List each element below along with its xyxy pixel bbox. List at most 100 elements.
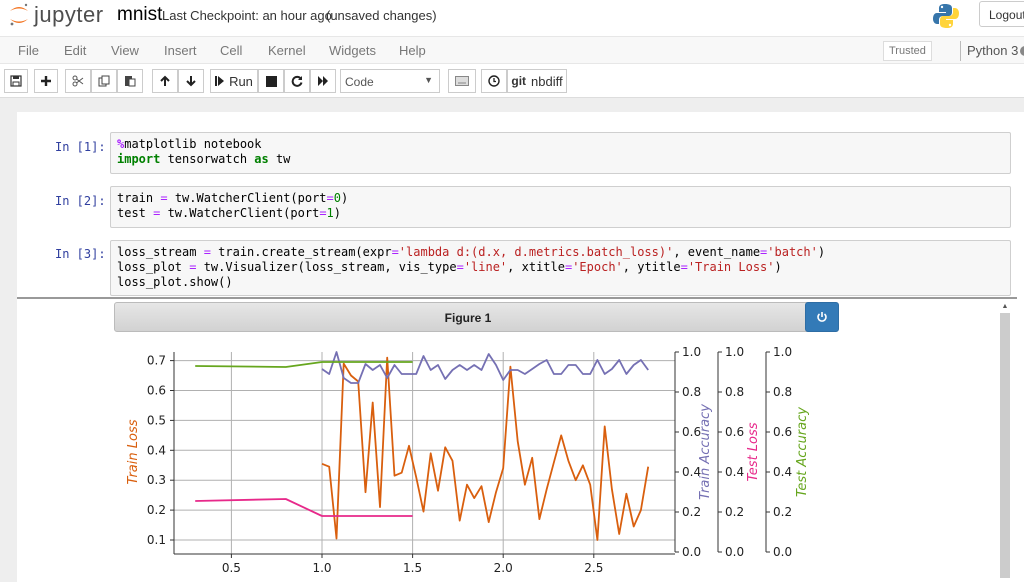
y-tick-label: 0.2 <box>147 503 166 517</box>
x-tick-label: 2.0 <box>494 561 513 575</box>
save-icon <box>10 75 22 87</box>
plus-icon <box>41 76 51 86</box>
toolbar: Run Code ▼ git nbdiff <box>0 64 1024 98</box>
copy-button[interactable] <box>91 69 117 93</box>
jupyter-logo[interactable]: jupyter <box>8 2 104 28</box>
y-tick-label: 0.3 <box>147 473 166 487</box>
nbdiff-button[interactable]: git nbdiff <box>507 69 567 93</box>
run-button[interactable]: Run <box>210 69 258 93</box>
trusted-indicator[interactable]: Trusted <box>883 41 932 61</box>
right-tick-label: 1.0 <box>725 345 744 359</box>
cell-prompt: In [3]: <box>55 247 106 261</box>
jupyter-logo-icon <box>10 3 28 26</box>
chevron-down-icon: ▼ <box>424 75 433 85</box>
save-button[interactable] <box>4 69 28 93</box>
logout-button[interactable]: Logout <box>979 1 1024 27</box>
cut-button[interactable] <box>65 69 91 93</box>
cell-input[interactable]: train = tw.WatcherClient(port=0) test = … <box>110 186 1011 228</box>
restart-run-all-button[interactable] <box>310 69 336 93</box>
nbdiff-label: nbdiff <box>531 73 563 89</box>
header: jupyter mnist Last Checkpoint: an hour a… <box>0 0 1024 36</box>
scroll-up-arrow[interactable]: ▲ <box>1000 303 1010 313</box>
arrow-up-icon <box>160 75 170 86</box>
paste-icon <box>125 76 136 87</box>
y-axis-label-train-loss: Train Loss <box>126 419 141 484</box>
scissors-icon <box>72 75 84 87</box>
right-tick-label: 0.4 <box>773 465 792 479</box>
run-label: Run <box>229 73 253 89</box>
y-tick-label: 0.4 <box>147 443 166 457</box>
jupyter-brand: jupyter <box>34 2 104 27</box>
right-tick-label: 1.0 <box>773 345 792 359</box>
fast-forward-icon <box>318 76 328 86</box>
step-forward-icon <box>215 76 225 86</box>
series-line-train-accuracy <box>321 351 649 384</box>
menu-help[interactable]: Help <box>399 43 426 58</box>
menu-view[interactable]: View <box>111 43 139 58</box>
x-tick-label: 1.0 <box>312 561 331 575</box>
cell-prompt: In [2]: <box>55 194 106 208</box>
menu-file[interactable]: File <box>18 43 39 58</box>
keyboard-button[interactable] <box>448 69 476 93</box>
right-tick-label: 0.2 <box>773 505 792 519</box>
menu-kernel[interactable]: Kernel <box>268 43 306 58</box>
cell-input[interactable]: loss_stream = train.create_stream(expr='… <box>110 240 1011 296</box>
stop-icon <box>265 75 277 87</box>
y-tick-label: 0.1 <box>147 533 166 547</box>
arrow-down-icon <box>186 76 196 87</box>
y-axis-label-train-accuracy: Train Accuracy <box>698 404 713 500</box>
y-axis-label-test-accuracy: Test Accuracy <box>795 407 810 497</box>
right-tick-label: 1.0 <box>682 345 701 359</box>
code-line: matplotlib notebook <box>124 137 262 151</box>
x-tick-label: 1.5 <box>403 561 422 575</box>
output-scrollbar[interactable] <box>1000 313 1010 578</box>
cell-prompt: In [1]: <box>55 140 106 154</box>
cell-input[interactable]: %matplotlib notebook import tensorwatch … <box>110 132 1011 174</box>
right-tick-label: 0.8 <box>773 385 792 399</box>
interrupt-button[interactable] <box>258 69 284 93</box>
clock-icon <box>488 75 500 87</box>
git-icon: git <box>511 74 527 88</box>
python-logo-icon <box>932 2 960 35</box>
chart: 0.5 1.0 1.5 2.0 2.5 0.1 0.2 0.3 0.4 0.5 0.6 0.7 Trai… <box>126 345 810 575</box>
move-down-button[interactable] <box>178 69 204 93</box>
y-tick-label: 0.5 <box>147 413 166 427</box>
autosave-status: (unsaved changes) <box>326 8 437 23</box>
cell-type-value: Code <box>345 75 374 89</box>
move-up-button[interactable] <box>152 69 178 93</box>
right-tick-label: 0.4 <box>725 465 744 479</box>
refresh-icon <box>291 75 303 87</box>
y-axis-label-test-loss: Test Loss <box>746 422 761 481</box>
checkpoint-status: Last Checkpoint: an hour ago <box>162 8 332 23</box>
kernel-status-icon <box>1020 46 1024 56</box>
right-tick-label: 0.0 <box>725 545 744 559</box>
cell-type-select[interactable]: Code ▼ <box>340 69 440 93</box>
figure-output: Figure 1 ▲ 0.5 1.0 1.5 2.0 2.5 0.1 0.2 0.3 0.4 0.… <box>17 297 1017 578</box>
series-line-train-loss <box>321 356 650 541</box>
right-tick-label: 0.2 <box>682 505 701 519</box>
menu-insert[interactable]: Insert <box>164 43 197 58</box>
notebook-name[interactable]: mnist <box>117 4 162 26</box>
copy-icon <box>98 75 110 87</box>
y-tick-label: 0.7 <box>147 354 166 368</box>
x-tick-label: 0.5 <box>222 561 241 575</box>
keyboard-icon <box>455 76 469 86</box>
right-tick-label: 0.6 <box>725 425 744 439</box>
menu-cell[interactable]: Cell <box>220 43 242 58</box>
kernel-divider <box>960 41 961 61</box>
x-tick-label: 2.5 <box>584 561 603 575</box>
menu-widgets[interactable]: Widgets <box>329 43 376 58</box>
right-tick-label: 0.6 <box>773 425 792 439</box>
kernel-name: Python 3 <box>967 43 1019 58</box>
menu-edit[interactable]: Edit <box>64 43 86 58</box>
history-button[interactable] <box>481 69 507 93</box>
y-tick-label: 0.6 <box>147 384 166 398</box>
restart-button[interactable] <box>284 69 310 93</box>
paste-button[interactable] <box>117 69 143 93</box>
right-tick-label: 0.8 <box>725 385 744 399</box>
right-tick-label: 0.2 <box>725 505 744 519</box>
menubar: File Edit View Insert Cell Kernel Widget… <box>0 36 1024 64</box>
insert-cell-button[interactable] <box>34 69 58 93</box>
right-tick-label: 0.8 <box>682 385 701 399</box>
right-tick-label: 0.0 <box>682 545 701 559</box>
